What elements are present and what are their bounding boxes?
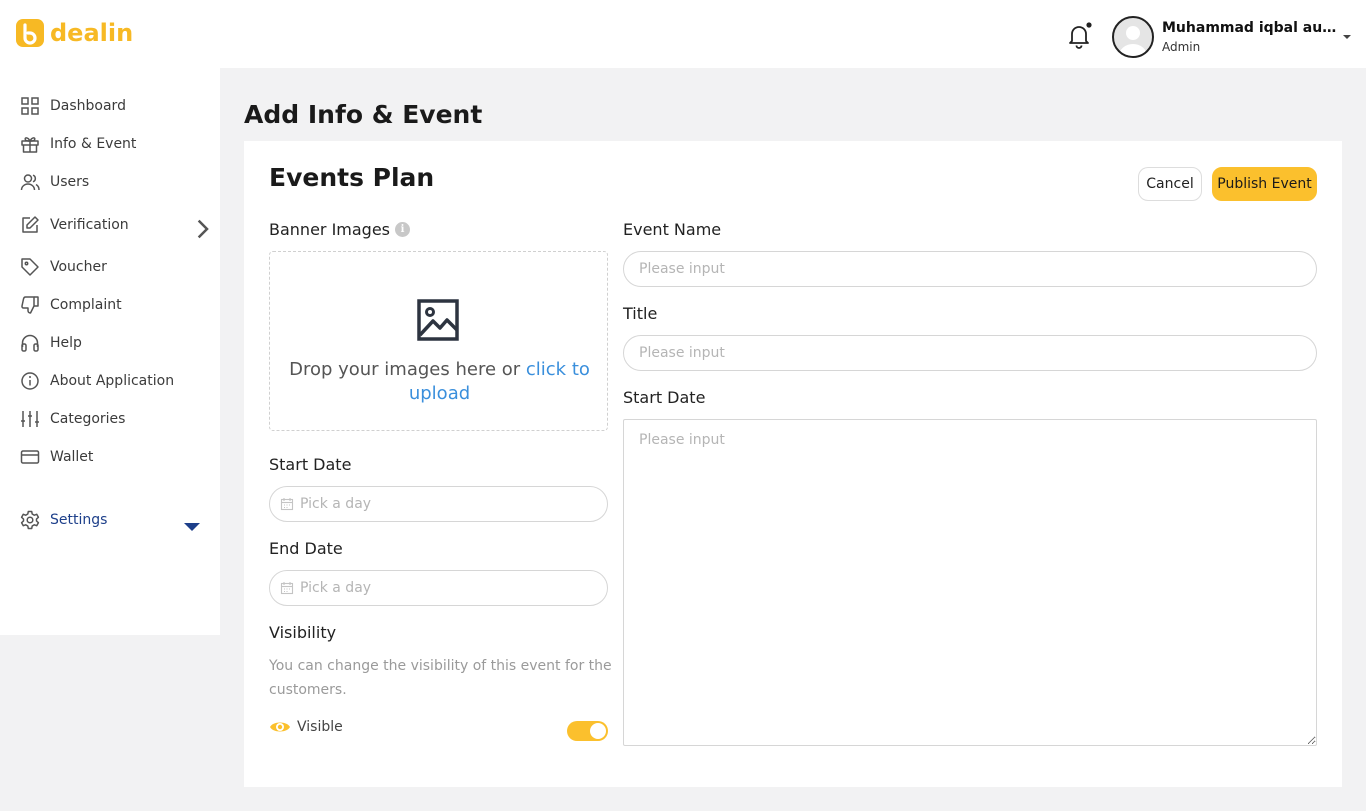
start-date-label: Start Date	[269, 455, 352, 474]
sidebar-item-label: Settings	[50, 512, 108, 528]
sidebar-item-voucher[interactable]: Voucher	[20, 255, 212, 279]
grid-icon	[21, 97, 39, 115]
page-title: Add Info & Event	[244, 100, 483, 129]
credit-card-icon	[20, 450, 40, 464]
calendar-icon	[280, 582, 294, 595]
sidebar-item-label: Categories	[50, 411, 126, 427]
toggle-knob	[590, 723, 606, 739]
end-date-placeholder: Pick a day	[300, 580, 372, 596]
visibility-toggle[interactable]	[567, 721, 608, 741]
sliders-icon	[21, 411, 39, 427]
sidebar-item-users[interactable]: Users	[20, 170, 212, 194]
brand-logo[interactable]: dealin	[16, 19, 133, 47]
sidebar-item-label: Verification	[50, 217, 129, 233]
eye-icon	[270, 722, 290, 732]
thumbs-down-icon	[21, 296, 39, 314]
bell-icon	[1069, 22, 1092, 49]
banner-images-text: Banner Images	[269, 220, 391, 239]
publish-event-button[interactable]: Publish Event	[1212, 167, 1317, 201]
event-form-card: Events Plan Cancel Publish Event Banner …	[244, 141, 1342, 787]
tag-icon	[21, 258, 39, 276]
sidebar-item-label: Users	[50, 174, 90, 190]
top-bar: dealin Muhammad iqbal aulia... Admin	[0, 0, 1366, 68]
info-icon	[21, 372, 39, 390]
description-label: Start Date	[623, 388, 706, 407]
info-icon[interactable]: i	[395, 222, 411, 237]
sidebar-item-label: Wallet	[50, 449, 94, 465]
headphones-icon	[21, 334, 39, 352]
card-title: Events Plan	[269, 163, 435, 192]
brand-name: dealin	[50, 19, 134, 47]
caret-down-icon	[184, 523, 200, 531]
user-role: Admin	[1162, 40, 1201, 54]
chevron-right-icon	[197, 219, 209, 239]
title-input[interactable]	[623, 335, 1317, 371]
event-name-input[interactable]	[623, 251, 1317, 287]
notification-button[interactable]	[1066, 22, 1092, 50]
avatar	[1112, 16, 1154, 58]
logo-mark-icon	[16, 19, 44, 47]
visible-status: Visible	[269, 719, 343, 735]
visible-label: Visible	[297, 719, 343, 735]
sidebar-item-about-application[interactable]: About Application	[20, 369, 212, 393]
sidebar-item-complaint[interactable]: Complaint	[20, 293, 212, 317]
gear-icon	[20, 510, 40, 530]
gift-icon	[21, 137, 39, 153]
sidebar-item-label: Dashboard	[50, 98, 126, 114]
cancel-button[interactable]: Cancel	[1138, 167, 1202, 201]
edit-icon	[22, 216, 39, 233]
sidebar-item-label: Help	[50, 335, 82, 351]
sidebar-item-verification[interactable]: Verification	[20, 213, 212, 239]
end-date-label: End Date	[269, 539, 343, 558]
banner-images-label: Banner Images i	[269, 220, 411, 239]
description-textarea[interactable]	[623, 419, 1317, 746]
user-menu[interactable]: Muhammad iqbal aulia... Admin	[1112, 16, 1351, 58]
user-name: Muhammad iqbal aulia...	[1162, 20, 1340, 36]
users-icon	[20, 174, 40, 191]
sidebar-item-settings[interactable]: Settings	[20, 508, 212, 532]
sidebar-item-dashboard[interactable]: Dashboard	[20, 94, 212, 118]
event-name-label: Event Name	[623, 220, 722, 239]
sidebar-item-wallet[interactable]: Wallet	[20, 445, 212, 469]
dropzone-instruction: Drop your images here or	[289, 359, 526, 380]
banner-dropzone[interactable]: Drop your images here or click to upload	[269, 251, 608, 431]
sidebar-item-label: About Application	[50, 373, 175, 389]
notification-dot	[1086, 22, 1092, 28]
dropzone-text: Drop your images here or click to upload	[280, 358, 599, 406]
sidebar-item-label: Voucher	[50, 259, 107, 275]
sidebar-item-info-event[interactable]: Info & Event	[20, 132, 212, 156]
caret-down-icon[interactable]	[1342, 34, 1352, 40]
visibility-label: Visibility	[269, 623, 337, 642]
title-label: Title	[623, 304, 658, 323]
calendar-icon	[280, 498, 294, 511]
sidebar-item-label: Info & Event	[50, 136, 137, 152]
sidebar: Dashboard Info & Event Users Verificatio…	[0, 68, 220, 635]
image-icon	[417, 299, 459, 341]
sidebar-item-help[interactable]: Help	[20, 331, 212, 355]
start-date-placeholder: Pick a day	[300, 496, 372, 512]
start-date-picker[interactable]: Pick a day	[269, 486, 608, 522]
sidebar-item-categories[interactable]: Categories	[20, 407, 212, 431]
end-date-picker[interactable]: Pick a day	[269, 570, 608, 606]
visibility-description: You can change the visibility of this ev…	[269, 658, 612, 698]
sidebar-item-label: Complaint	[50, 297, 122, 313]
